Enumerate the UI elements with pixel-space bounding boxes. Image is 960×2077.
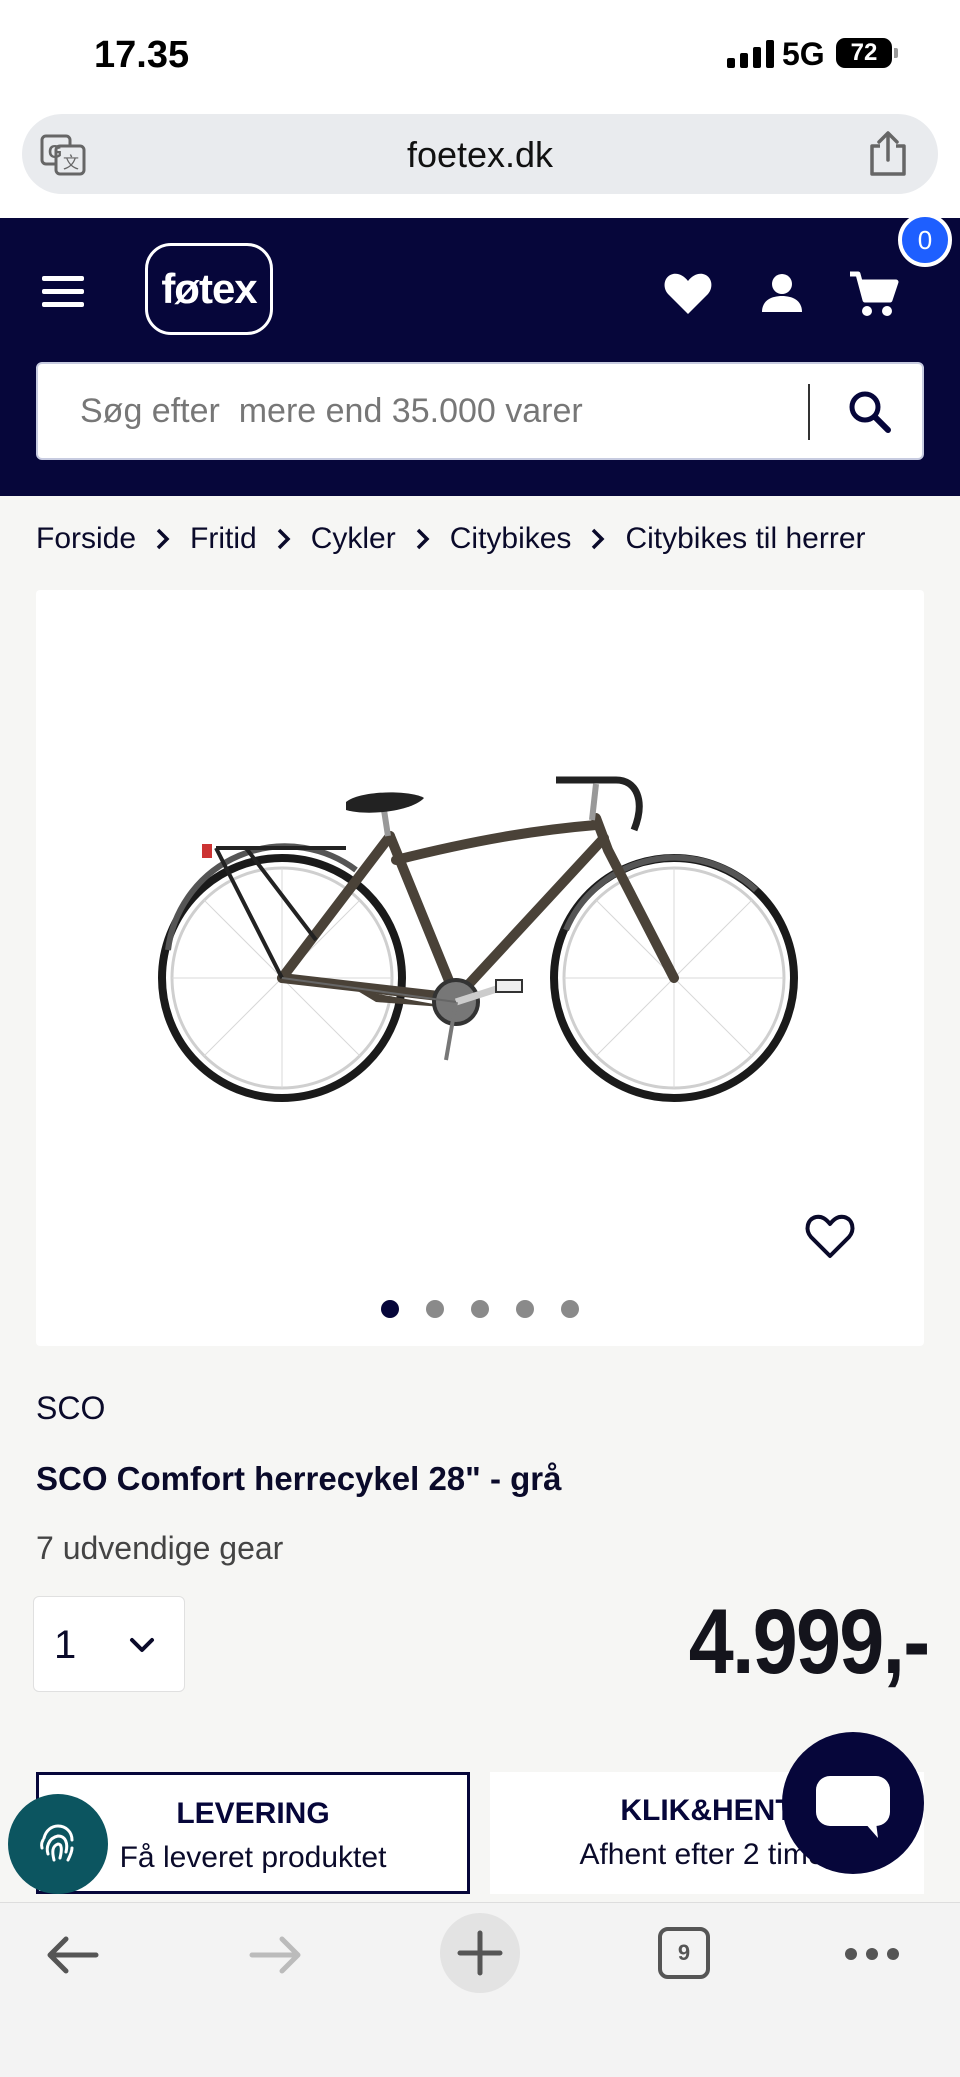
favorites-heart-icon[interactable] bbox=[662, 268, 714, 320]
cart-icon[interactable] bbox=[848, 268, 900, 320]
tabs-button[interactable]: 9 bbox=[658, 1927, 710, 1979]
product-title: SCO Comfort herrecykel 28" - grå bbox=[36, 1460, 562, 1497]
share-icon[interactable] bbox=[866, 130, 910, 178]
product-brand[interactable]: SCO bbox=[36, 1390, 105, 1427]
chevron-right-icon bbox=[571, 527, 625, 551]
url-text[interactable]: foetex.dk bbox=[22, 134, 938, 176]
menu-icon[interactable] bbox=[42, 276, 84, 308]
status-bar: 17.35 5G 72 bbox=[0, 0, 960, 108]
gallery-dot[interactable] bbox=[516, 1300, 534, 1318]
quantity-value: 1 bbox=[54, 1623, 77, 1667]
bicycle-image bbox=[158, 776, 798, 1102]
search-input[interactable] bbox=[58, 364, 818, 458]
breadcrumb-cykler[interactable]: Cykler bbox=[311, 522, 396, 556]
chevron-down-icon bbox=[130, 1638, 154, 1652]
breadcrumb-citybikes[interactable]: Citybikes bbox=[450, 522, 572, 556]
search-divider bbox=[808, 384, 810, 440]
plus-icon bbox=[457, 1930, 503, 1976]
chat-button[interactable] bbox=[782, 1732, 924, 1874]
new-tab-button[interactable] bbox=[440, 1913, 520, 1993]
signal-icon bbox=[727, 40, 774, 68]
gallery-pagination bbox=[36, 1300, 924, 1318]
add-to-favorites-heart-icon[interactable] bbox=[804, 1212, 856, 1260]
chevron-right-icon bbox=[136, 527, 190, 551]
browser-address-area: G 文 foetex.dk bbox=[0, 108, 960, 218]
foetex-logo[interactable]: føtex bbox=[145, 243, 273, 335]
cart-count-badge: 0 bbox=[898, 213, 952, 267]
breadcrumb: Forside Fritid Cykler Citybikes Citybike… bbox=[36, 522, 866, 556]
search-icon[interactable] bbox=[846, 388, 894, 436]
gallery-dot[interactable] bbox=[381, 1300, 399, 1318]
quantity-select[interactable]: 1 bbox=[33, 1596, 185, 1692]
fingerprint-icon[interactable] bbox=[8, 1794, 108, 1894]
gallery-dot[interactable] bbox=[426, 1300, 444, 1318]
browser-toolbar: 9 bbox=[0, 1902, 960, 2077]
site-header: føtex bbox=[0, 218, 960, 496]
breadcrumb-citybikes-herrer[interactable]: Citybikes til herrer bbox=[625, 522, 865, 556]
gallery-dot[interactable] bbox=[471, 1300, 489, 1318]
product-image-gallery[interactable] bbox=[36, 590, 924, 1346]
chevron-right-icon bbox=[257, 527, 311, 551]
back-arrow-icon[interactable] bbox=[44, 1933, 100, 1977]
account-icon[interactable] bbox=[756, 268, 808, 320]
network-type: 5G bbox=[782, 36, 825, 72]
search-box bbox=[36, 362, 924, 460]
breadcrumb-fritid[interactable]: Fritid bbox=[190, 522, 257, 556]
product-subtitle: 7 udvendige gear bbox=[36, 1530, 284, 1566]
forward-arrow-icon[interactable] bbox=[248, 1933, 304, 1977]
battery-level: 72 bbox=[850, 39, 878, 66]
status-time: 17.35 bbox=[94, 34, 190, 76]
breadcrumb-forside[interactable]: Forside bbox=[36, 522, 136, 556]
gallery-dot[interactable] bbox=[561, 1300, 579, 1318]
battery-tip bbox=[894, 48, 898, 58]
chevron-right-icon bbox=[396, 527, 450, 551]
chat-bubble-icon bbox=[816, 1776, 890, 1838]
battery-icon: 72 bbox=[836, 38, 892, 68]
address-bar[interactable]: G 文 foetex.dk bbox=[22, 114, 938, 194]
more-options-icon[interactable] bbox=[844, 1947, 900, 1961]
product-price: 4.999,- bbox=[688, 1591, 929, 1693]
